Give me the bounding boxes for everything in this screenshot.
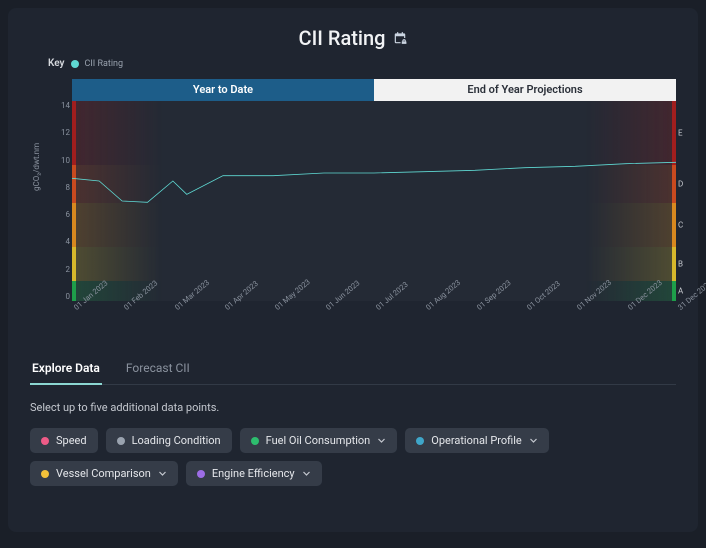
segment-projections[interactable]: End of Year Projections <box>374 79 676 101</box>
legend-label: Key <box>48 58 65 69</box>
title-row: CII Rating <box>30 26 676 50</box>
tab-forecast-cii[interactable]: Forecast CII <box>124 355 192 385</box>
grade-label: C <box>678 221 683 230</box>
page-title: CII Rating <box>299 26 386 50</box>
y-tick: 12 <box>50 128 70 137</box>
chip-engine-efficiency[interactable]: Engine Efficiency <box>186 461 322 486</box>
legend-dot <box>71 60 79 68</box>
legend-series: CII Rating <box>85 59 124 69</box>
chip-loading-condition[interactable]: Loading Condition <box>106 428 232 453</box>
chevron-down-icon <box>377 436 386 445</box>
chip-label: Vessel Comparison <box>56 467 151 480</box>
calendar-icon[interactable] <box>393 31 407 45</box>
chip-dot <box>197 470 205 478</box>
y-tick: 6 <box>50 210 70 219</box>
chip-row: Speed Loading Condition Fuel Oil Consumpti… <box>30 428 676 486</box>
chip-operational-profile[interactable]: Operational Profile <box>405 428 549 453</box>
chip-dot <box>416 437 424 445</box>
grade-label: E <box>678 129 683 138</box>
cii-panel: CII Rating Key CII Rating Year to Date E… <box>8 8 698 532</box>
chip-dot <box>251 437 259 445</box>
y-tick: 0 <box>50 292 70 301</box>
y-tick: 4 <box>50 237 70 246</box>
chevron-down-icon <box>302 469 311 478</box>
chip-label: Engine Efficiency <box>212 467 295 480</box>
y-tick: 8 <box>50 183 70 192</box>
chip-dot <box>117 437 125 445</box>
grade-label: A <box>678 287 683 296</box>
chip-label: Loading Condition <box>132 434 221 447</box>
y-tick: 14 <box>50 101 70 110</box>
legend: Key CII Rating <box>30 58 676 69</box>
chevron-down-icon <box>529 436 538 445</box>
grade-axis: E D C B A <box>678 101 688 301</box>
segment-year-to-date[interactable]: Year to Date <box>72 79 374 101</box>
chart: gCO₂/dwt.nm 14121086420 EDCBA <box>72 101 676 301</box>
grade-label: D <box>678 180 683 189</box>
tab-explore-data[interactable]: Explore Data <box>30 355 102 385</box>
plot-area <box>72 101 676 301</box>
chip-dot <box>41 437 49 445</box>
segmented-control: Year to Date End of Year Projections <box>72 79 676 101</box>
chevron-down-icon <box>158 469 167 478</box>
chip-dot <box>41 470 49 478</box>
line-plot <box>72 101 676 301</box>
y-tick: 2 <box>50 265 70 274</box>
x-axis: 01 Jan 202301 Feb 202301 Mar 202301 Apr … <box>72 301 676 335</box>
chip-label: Speed <box>56 434 87 447</box>
chip-speed[interactable]: Speed <box>30 428 98 453</box>
instruction-text: Select up to five additional data points… <box>30 401 676 414</box>
chip-fuel-oil-consumption[interactable]: Fuel Oil Consumption <box>240 428 398 453</box>
lower-tabs: Explore Data Forecast CII <box>30 355 676 385</box>
grade-label: B <box>678 260 683 269</box>
chip-label: Fuel Oil Consumption <box>266 434 371 447</box>
y-tick: 10 <box>50 156 70 165</box>
chip-vessel-comparison[interactable]: Vessel Comparison <box>30 461 178 486</box>
y-axis: 14 12 10 8 6 4 2 0 <box>50 101 70 301</box>
chip-label: Operational Profile <box>431 434 522 447</box>
y-axis-title: gCO₂/dwt.nm <box>32 143 41 191</box>
